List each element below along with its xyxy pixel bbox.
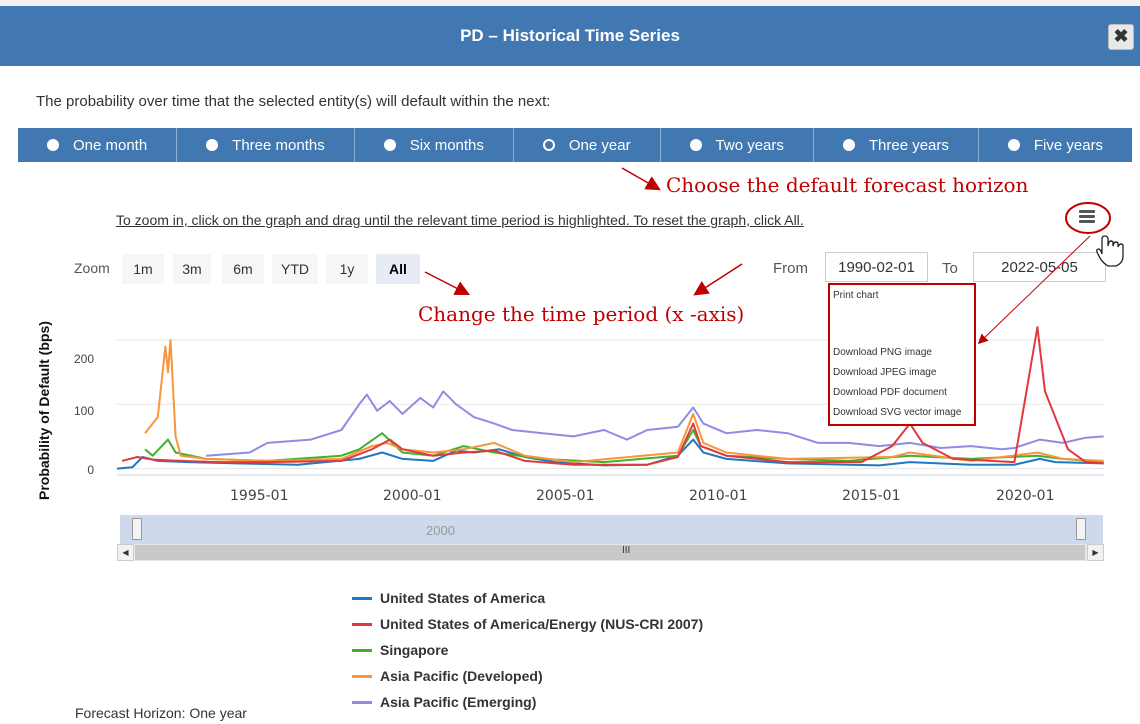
annotation-arrow xyxy=(621,167,661,191)
export-print-chart[interactable]: Print chart xyxy=(833,290,879,301)
hand-cursor-icon xyxy=(1096,235,1124,267)
navigator-year-label: 2000 xyxy=(426,523,455,538)
export-menu: Print chart Download PNG image Download … xyxy=(828,283,976,426)
legend-item[interactable]: Asia Pacific (Developed) xyxy=(352,663,703,689)
scroll-left-arrow-icon[interactable]: ◀ xyxy=(117,544,134,561)
annotation-arrow xyxy=(977,235,1091,345)
legend-line-swatch xyxy=(352,622,372,626)
scrollbar-thumb[interactable]: III xyxy=(135,545,1085,560)
export-png[interactable]: Download PNG image xyxy=(833,347,932,358)
scroll-right-arrow-icon[interactable]: ▶ xyxy=(1087,544,1104,561)
legend-line-swatch xyxy=(352,674,372,678)
navigator-right-handle[interactable] xyxy=(1076,518,1086,540)
export-pdf[interactable]: Download PDF document xyxy=(833,387,947,398)
legend-item[interactable]: United States of America/Energy (NUS-CRI… xyxy=(352,611,703,637)
annotation-arrow xyxy=(693,263,743,296)
scrollbar-grip: III xyxy=(622,545,631,556)
legend-item[interactable]: Singapore xyxy=(352,637,703,663)
chart-legend: United States of America United States o… xyxy=(352,585,703,715)
legend-item[interactable]: Asia Pacific (Emerging) xyxy=(352,689,703,715)
export-jpeg[interactable]: Download JPEG image xyxy=(833,367,936,378)
range-navigator[interactable]: 2000 xyxy=(120,515,1103,544)
legend-line-swatch xyxy=(352,596,372,600)
legend-line-swatch xyxy=(352,700,372,704)
forecast-horizon-footer: Forecast Horizon: One year xyxy=(75,705,247,721)
legend-item[interactable]: United States of America xyxy=(352,585,703,611)
annotation-arrow xyxy=(424,271,471,296)
navigator-scrollbar[interactable]: ◀ III ▶ xyxy=(117,544,1104,561)
navigator-left-handle[interactable] xyxy=(132,518,142,540)
legend-line-swatch xyxy=(352,648,372,652)
menu-highlight-circle xyxy=(1065,202,1111,234)
export-svg[interactable]: Download SVG vector image xyxy=(833,407,961,418)
